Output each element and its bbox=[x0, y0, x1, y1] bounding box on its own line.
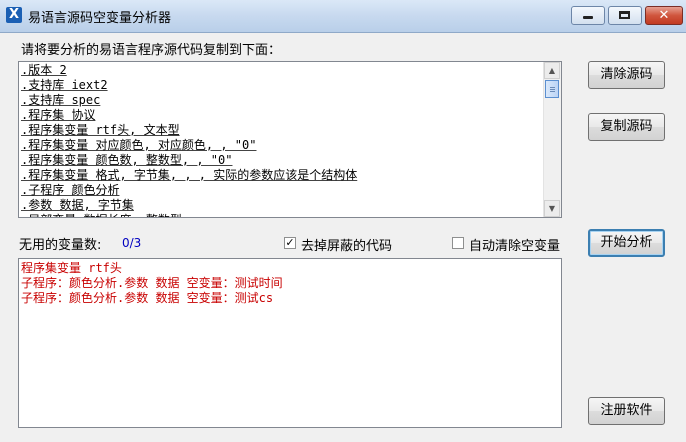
scroll-down-icon[interactable]: ▼ bbox=[544, 200, 560, 217]
source-code-line: .程序集变量 颜色数, 整数型, , "0" bbox=[21, 153, 233, 167]
minimize-button[interactable] bbox=[571, 6, 605, 25]
source-code-textarea[interactable]: .版本 2 .支持库 iext2 .支持库 spec .程序集 协议 .程序集变量 rt… bbox=[18, 61, 562, 218]
unused-variables-count: 0/3 bbox=[122, 236, 142, 250]
source-instruction-label: 请将要分析的易语言程序源代码复制到下面： bbox=[21, 43, 282, 58]
close-button[interactable]: ✕ bbox=[645, 6, 683, 25]
app-icon: X bbox=[6, 7, 22, 23]
source-code-lines: .版本 2 .支持库 iext2 .支持库 spec .程序集 协议 .程序集变量 rt… bbox=[21, 63, 543, 217]
auto-clear-checkbox[interactable] bbox=[452, 237, 464, 249]
source-code-line: .局部变量 数据长度, 整数型 bbox=[21, 213, 543, 217]
close-icon: ✕ bbox=[658, 8, 670, 23]
scroll-up-icon[interactable]: ▲ bbox=[544, 62, 560, 79]
start-analysis-button[interactable]: 开始分析 bbox=[588, 229, 665, 257]
clear-source-button[interactable]: 清除源码 bbox=[588, 61, 665, 89]
maximize-button[interactable] bbox=[608, 6, 642, 25]
source-scrollbar[interactable]: ▲ ▼ bbox=[543, 62, 561, 217]
minimize-icon bbox=[583, 16, 593, 19]
result-line: 子程序：颜色分析.参数 数据 空变量：测试cs bbox=[21, 291, 274, 305]
window-title: 易语言源码空变量分析器 bbox=[28, 11, 172, 26]
remove-masked-checkbox[interactable]: ✓ bbox=[284, 237, 296, 249]
register-button[interactable]: 注册软件 bbox=[588, 397, 665, 425]
source-code-line: .程序集变量 格式, 字节集, , , 实际的参数应该是个结构体 bbox=[21, 168, 358, 182]
source-code-line: .程序集变量 对应颜色, 对应颜色, , "0" bbox=[21, 138, 257, 152]
results-textarea[interactable]: 程序集变量 rtf头 子程序：颜色分析.参数 数据 空变量：测试时间 子程序：颜色分… bbox=[18, 258, 562, 428]
source-code-line: .版本 2 bbox=[21, 63, 67, 77]
results-lines: 程序集变量 rtf头 子程序：颜色分析.参数 数据 空变量：测试时间 子程序：颜色分… bbox=[21, 261, 283, 306]
result-line: 程序集变量 rtf头 bbox=[21, 261, 122, 275]
title-bar[interactable]: X 易语言源码空变量分析器 ✕ bbox=[0, 0, 686, 33]
source-code-line: .子程序 颜色分析 bbox=[21, 183, 120, 197]
source-code-line: .程序集变量 rtf头, 文本型 bbox=[21, 123, 180, 137]
maximize-icon bbox=[619, 11, 630, 19]
auto-clear-label[interactable]: 自动清除空变量 bbox=[469, 235, 560, 254]
remove-masked-label[interactable]: 去掉屏蔽的代码 bbox=[301, 235, 392, 254]
source-code-line: .支持库 spec bbox=[21, 93, 101, 107]
unused-variables-label: 无用的变量数: bbox=[19, 238, 102, 253]
source-code-line: .参数 数据, 字节集 bbox=[21, 198, 134, 212]
copy-source-button[interactable]: 复制源码 bbox=[588, 113, 665, 141]
source-code-line: .支持库 iext2 bbox=[21, 78, 108, 92]
source-code-line: .程序集 协议 bbox=[21, 108, 96, 122]
scroll-thumb[interactable] bbox=[545, 80, 559, 98]
result-line: 子程序：颜色分析.参数 数据 空变量：测试时间 bbox=[21, 276, 283, 290]
